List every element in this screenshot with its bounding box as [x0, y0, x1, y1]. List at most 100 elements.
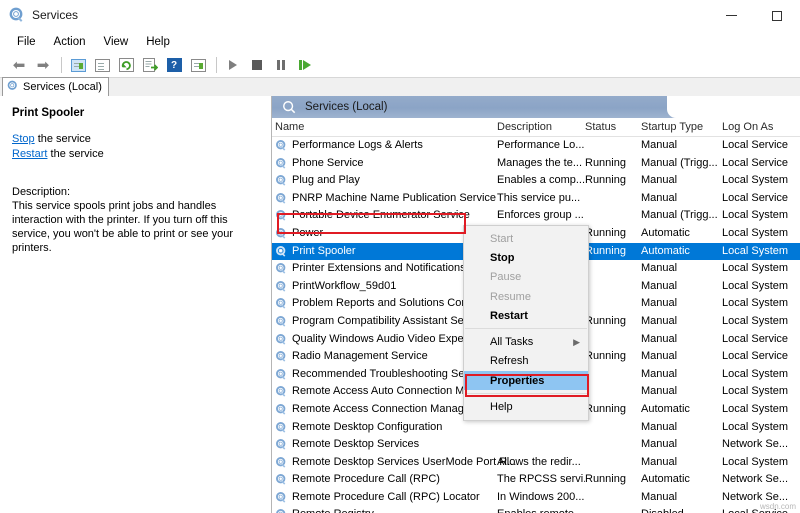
cell-log-on-as: Local System	[722, 209, 800, 221]
context-menu-item-refresh[interactable]: Refresh	[464, 352, 588, 371]
service-gear-icon	[275, 227, 288, 240]
menu-item-action[interactable]: Action	[45, 34, 95, 50]
watermark: wsdn.com	[760, 502, 796, 511]
cell-log-on-as: Local Service	[722, 350, 800, 362]
context-menu-item-label: Start	[490, 233, 513, 245]
cell-log-on-as: Local System	[722, 262, 800, 274]
back-arrow-icon[interactable]: ⬅	[8, 55, 30, 76]
cell-name: Remote Desktop Services UserMode Port R.…	[292, 456, 516, 468]
menu-item-help[interactable]: Help	[137, 34, 179, 50]
cell-name: Remote Procedure Call (RPC)	[292, 473, 440, 485]
cell-status: Running	[585, 227, 637, 239]
table-row[interactable]: Portable Device Enumerator ServiceEnforc…	[272, 207, 800, 225]
pane-header-band: Services (Local)	[272, 96, 800, 118]
cell-description: The RPCSS servi...	[497, 473, 585, 485]
menu-item-view[interactable]: View	[95, 34, 138, 50]
context-menu-item-label: Stop	[490, 252, 514, 264]
cell-description: Performance Lo...	[497, 139, 585, 151]
context-menu: StartStopPauseResumeRestartAll Tasks▶Ref…	[463, 225, 589, 421]
service-gear-icon	[275, 297, 288, 310]
service-gear-icon	[275, 315, 288, 328]
cell-name: PNRP Machine Name Publication Service	[292, 192, 496, 204]
menu-item-file[interactable]: File	[8, 34, 45, 50]
menu-bar: File Action View Help	[0, 31, 800, 53]
service-gear-icon	[275, 491, 288, 504]
cell-startup-type: Manual	[641, 280, 719, 292]
service-gear-icon	[275, 508, 288, 513]
maximize-button[interactable]	[754, 0, 800, 31]
context-menu-item-label: Help	[490, 401, 513, 413]
table-row[interactable]: Performance Logs & AlertsPerformance Lo.…	[272, 137, 800, 155]
restart-service-link[interactable]: Restart	[12, 148, 47, 160]
cell-log-on-as: Local Service	[722, 333, 800, 345]
minimize-button[interactable]	[708, 0, 754, 31]
service-gear-icon	[275, 421, 288, 434]
stop-service-link[interactable]: Stop	[12, 133, 35, 145]
cell-startup-type: Manual	[641, 368, 719, 380]
table-row[interactable]: Phone ServiceManages the te...RunningMan…	[272, 155, 800, 173]
cell-log-on-as: Local System	[722, 403, 800, 415]
table-row[interactable]: Remote Procedure Call (RPC) The RPCSS ser…	[272, 471, 800, 489]
restart-service-icon[interactable]	[294, 55, 316, 76]
restart-service-line: Restart the service	[12, 148, 261, 160]
column-header-status[interactable]: Status	[585, 121, 616, 133]
cell-startup-type: Manual	[641, 192, 719, 204]
cell-startup-type: Manual	[641, 421, 719, 433]
stop-service-line: Stop the service	[12, 133, 261, 145]
context-menu-item-pause: Pause	[464, 268, 588, 287]
cell-name: Printer Extensions and Notifications	[292, 262, 466, 274]
cell-status: Running	[585, 350, 637, 362]
start-service-icon[interactable]	[222, 55, 244, 76]
export-list-icon[interactable]	[139, 55, 161, 76]
cell-name: Power	[292, 227, 323, 239]
service-gear-icon	[275, 280, 288, 293]
table-row[interactable]: Remote RegistryEnables remote...Disabled…	[272, 506, 800, 513]
tab-services-local[interactable]: Services (Local)	[2, 77, 109, 96]
context-menu-item-stop[interactable]: Stop	[464, 248, 588, 267]
context-menu-item-restart[interactable]: Restart	[464, 306, 588, 325]
context-menu-item-properties[interactable]: Properties	[464, 371, 588, 390]
column-header-name[interactable]: Name	[275, 121, 304, 133]
cell-status: Running	[585, 403, 637, 415]
context-menu-separator	[465, 328, 587, 329]
description-label: Description:	[12, 186, 261, 198]
stop-service-icon[interactable]	[246, 55, 268, 76]
header-notch	[667, 96, 800, 118]
service-gear-icon	[275, 368, 288, 381]
table-row[interactable]: Remote Desktop ConfigurationManualLocal …	[272, 419, 800, 437]
forward-arrow-icon[interactable]: ➡	[32, 55, 54, 76]
column-header-startup-type[interactable]: Startup Type	[641, 121, 703, 133]
pause-service-icon[interactable]	[270, 55, 292, 76]
context-menu-item-all-tasks[interactable]: All Tasks▶	[464, 332, 588, 351]
help-icon[interactable]: ?	[163, 55, 185, 76]
cell-name: Quality Windows Audio Video Experie	[292, 333, 476, 345]
window-controls	[708, 0, 800, 31]
cell-startup-type: Manual (Trigg...	[641, 209, 719, 221]
table-row[interactable]: Plug and PlayEnables a comp...RunningMan…	[272, 172, 800, 190]
column-header-description[interactable]: Description	[497, 121, 552, 133]
show-hide-console-tree-icon[interactable]	[67, 55, 89, 76]
description-text: This service spools print jobs and handl…	[12, 199, 261, 255]
properties-icon[interactable]	[91, 55, 113, 76]
cell-name: Remote Access Auto Connection Man	[292, 385, 477, 397]
minimize-icon	[726, 15, 737, 16]
column-header-log-on-as[interactable]: Log On As	[722, 121, 773, 133]
service-gear-icon	[275, 403, 288, 416]
table-row[interactable]: Remote Procedure Call (RPC) LocatorIn Wi…	[272, 489, 800, 507]
context-menu-item-help[interactable]: Help	[464, 397, 588, 416]
table-row[interactable]: Remote Desktop Services UserMode Port R.…	[272, 454, 800, 472]
service-gear-icon	[275, 139, 288, 152]
show-hide-action-pane-icon[interactable]	[187, 55, 209, 76]
cell-startup-type: Manual	[641, 139, 719, 151]
context-menu-item-start: Start	[464, 229, 588, 248]
refresh-icon[interactable]	[115, 55, 137, 76]
table-row[interactable]: PNRP Machine Name Publication ServiceThi…	[272, 190, 800, 208]
restart-service-suffix: the service	[47, 148, 103, 160]
context-menu-item-label: Refresh	[490, 355, 529, 367]
cell-status: Running	[585, 157, 637, 169]
table-row[interactable]: Remote Desktop ServicesManualNetwork Se.…	[272, 436, 800, 454]
services-window: Services File Action View Help ⬅ ➡ ?	[0, 0, 800, 513]
cell-description: Enables a comp...	[497, 174, 585, 186]
cell-startup-type: Manual	[641, 456, 719, 468]
cell-startup-type: Manual	[641, 438, 719, 450]
